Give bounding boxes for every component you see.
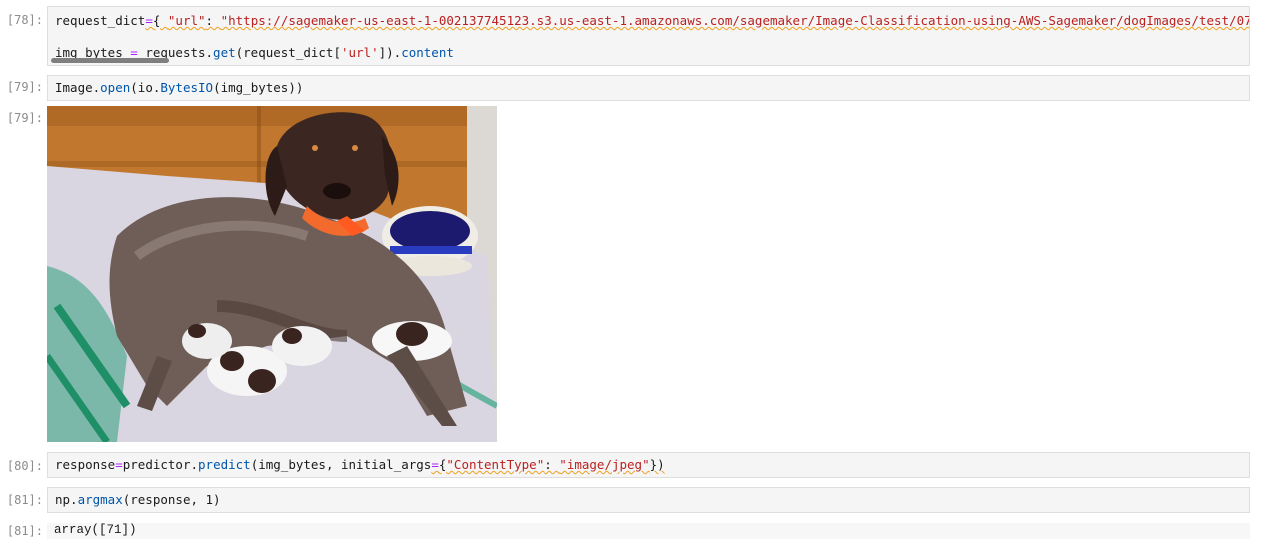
string-image-jpeg: "image/jpeg" [559,457,650,472]
string-url-value: "https://sagemaker-us-east-1-00213774512… [220,13,1250,28]
colon: : [544,457,560,472]
cell-80-in-prompt: [80]: [6,459,43,473]
code-args-rest: (img_bytes)) [213,80,304,95]
cls-bytesio: BytesIO [160,80,214,95]
cell-79-out-prompt: [79]: [6,111,43,125]
var-response: response [55,457,116,472]
cell-81-output-text: array([71]) [54,523,137,537]
code-args: (response, 1) [122,492,221,507]
cell-79-in-prompt: [79]: [6,80,43,94]
string-url-key: "url" [167,13,206,28]
code-args: (request_dict[ [235,45,341,60]
code-cell-81[interactable]: np.argmax(response, 1) [47,487,1250,513]
output-dog-image [47,106,497,442]
op-assign: = [115,457,123,472]
code-line-argmax: np.argmax(response, 1) [55,492,221,507]
brace-close: }) [649,457,665,472]
op-assign: = [145,13,153,28]
cell-78-in-prompt: [78]: [6,13,43,27]
obj-predictor: predictor. [122,457,199,472]
code-cell-78[interactable]: request_dict={ "url": "https://sagemaker… [47,6,1250,66]
attr-content: content [401,45,454,60]
obj-image: Image. [55,80,101,95]
code-args: (img_bytes, initial_args [250,457,432,472]
code-line-request-dict: request_dict={ "url": "https://sagemaker… [55,13,1250,28]
cell-81-output-area: array([71]) [47,523,1250,539]
code-args: (io. [130,80,161,95]
fn-argmax: argmax [77,492,123,507]
string-content-type-key: "ContentType" [446,457,545,472]
cell-81-out-prompt: [81]: [6,524,43,538]
fn-predict: predict [198,457,251,472]
code-line-image-open: Image.open(io.BytesIO(img_bytes)) [55,80,303,95]
code-line-predict: response=predictor.predict(img_bytes, in… [55,457,665,472]
string-url-key: 'url' [340,45,379,60]
horizontal-scrollbar-thumb[interactable] [51,58,169,63]
colon: : [205,13,221,28]
op-assign: = [431,457,439,472]
module-np: np. [55,492,78,507]
code-cell-80[interactable]: response=predictor.predict(img_bytes, in… [47,452,1250,478]
var-request-dict: request_dict [55,13,146,28]
brace-open: { [152,13,168,28]
cell-81-in-prompt: [81]: [6,493,43,507]
fn-get: get [213,45,236,60]
fn-open: open [100,80,131,95]
code-close: ]). [378,45,402,60]
code-cell-79[interactable]: Image.open(io.BytesIO(img_bytes)) [47,75,1250,101]
